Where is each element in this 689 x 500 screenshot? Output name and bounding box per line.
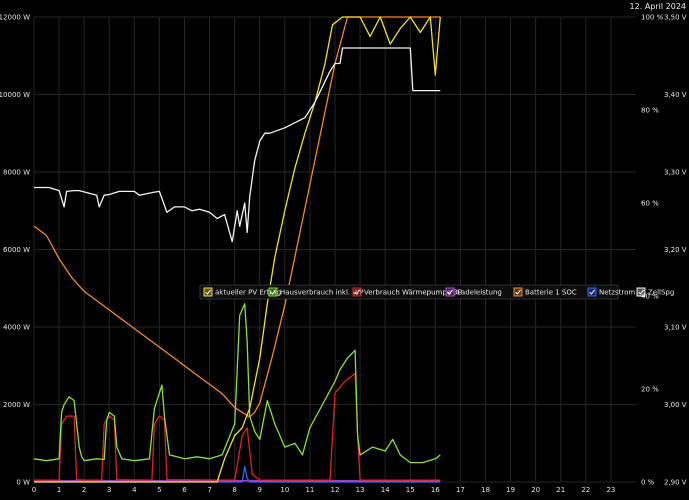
x-tick-label: 21	[556, 486, 565, 494]
grid-lines	[33, 16, 636, 483]
x-tick-label: 14	[381, 486, 390, 494]
y-tick-label-percent: 60 %	[641, 200, 659, 208]
legend-label: ZellSpg	[648, 289, 674, 297]
x-tick-label: 2	[82, 486, 86, 494]
x-tick-label: 16	[431, 486, 440, 494]
axis-labels: 0 W2000 W4000 W6000 W8000 W10000 W12000 …	[0, 14, 687, 495]
x-tick-label: 0	[32, 486, 36, 494]
x-tick-label: 10	[280, 486, 289, 494]
x-tick-label: 18	[481, 486, 490, 494]
line-chart: 0 W2000 W4000 W6000 W8000 W10000 W12000 …	[0, 2, 687, 495]
y-tick-label-left: 0 W	[16, 479, 30, 487]
legend-swatch-icon	[352, 287, 362, 297]
x-tick-label: 19	[506, 486, 515, 494]
legend-label: Hausverbrauch inkl. WP	[280, 289, 364, 297]
y-tick-label-volt: 3,30 V	[664, 169, 687, 177]
legend-swatch-icon	[203, 287, 213, 297]
y-tick-label-volt: 2,90 V	[664, 479, 687, 487]
series-line-verbrauch-wärmepumpe-3p	[34, 372, 441, 481]
x-tick-label: 23	[606, 486, 615, 494]
legend-swatch-icon	[636, 287, 646, 297]
y-tick-label-volt: 3,00 V	[664, 401, 687, 409]
legend-item[interactable]: ZellSpg	[636, 287, 674, 297]
y-tick-label-percent: 0 %	[641, 479, 655, 487]
x-tick-label: 20	[531, 486, 540, 494]
chart-container: 0 W 2000 W 4000 W 6000 W 8000 W 10000 W 12000 …	[0, 0, 689, 500]
x-tick-label: 15	[406, 486, 415, 494]
y-tick-label-left: 12000 W	[0, 14, 30, 22]
series-line-hausverbrauch-inkl-wp	[33, 303, 441, 464]
y-tick-label-left: 10000 W	[0, 91, 30, 99]
y-tick-label-volt: 3,20 V	[664, 246, 687, 254]
x-tick-label: 4	[132, 486, 137, 494]
date-label: 12. April 2024	[630, 2, 686, 11]
series-line-zellspg	[34, 47, 441, 243]
y-tick-label-percent: 80 %	[641, 107, 659, 115]
y-tick-label-percent: 100 %	[641, 14, 664, 22]
legend-swatch-icon	[587, 287, 597, 297]
x-tick-label: 7	[207, 486, 211, 494]
legend-swatch-icon	[513, 287, 523, 297]
x-tick-label: 5	[157, 486, 161, 494]
legend-item[interactable]: Hausverbrauch inkl. WP	[268, 287, 364, 297]
legend-swatch-icon	[445, 287, 455, 297]
y-tick-label-percent: 20 %	[641, 386, 659, 394]
y-tick-label-left: 4000 W	[3, 324, 30, 332]
x-tick-label: 11	[305, 486, 314, 494]
y-tick-label-left: 6000 W	[3, 246, 30, 254]
legend-item[interactable]: Ladeleistung	[445, 287, 502, 297]
x-tick-label: 12	[331, 486, 340, 494]
x-tick-label: 13	[356, 486, 365, 494]
x-tick-label: 9	[258, 486, 262, 494]
legend-item[interactable]: Netzstrom	[587, 287, 635, 297]
legend-label: Netzstrom	[599, 289, 635, 297]
x-tick-label: 6	[182, 486, 187, 494]
legend-swatch-icon	[268, 287, 278, 297]
y-tick-label-volt: 3,50 V	[664, 14, 687, 22]
legend-label: Ladeleistung	[457, 289, 502, 297]
y-tick-label-left: 8000 W	[3, 169, 30, 177]
chart-legend: aktueller PV ErtragHausverbrauch inkl. W…	[199, 284, 674, 300]
x-tick-label: 22	[581, 486, 590, 494]
y-tick-label-volt: 3,10 V	[664, 324, 687, 332]
x-tick-label: 17	[456, 486, 465, 494]
y-tick-label-volt: 3,40 V	[664, 91, 687, 99]
x-tick-label: 1	[57, 486, 61, 494]
x-tick-label: 3	[107, 486, 111, 494]
x-tick-label: 8	[232, 486, 236, 494]
legend-label: Batterie 1 SOC	[525, 289, 577, 297]
y-tick-label-left: 2000 W	[3, 401, 30, 409]
